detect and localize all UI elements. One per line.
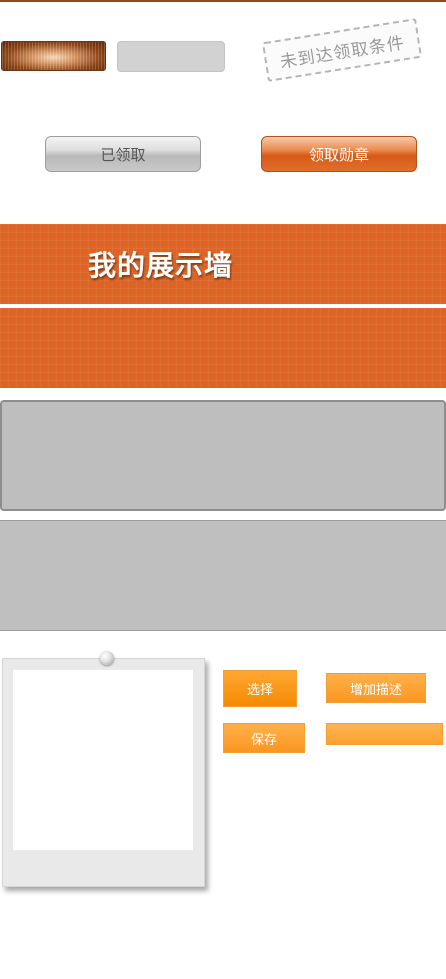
claim-badge-button-label: 领取勋章 [308,145,369,164]
gray-panel-bordered [0,400,446,511]
pushpin-icon [100,651,114,665]
claim-badge-button[interactable]: 领取勋章 [261,136,417,172]
showcase-wall-banner: 我的展示墙 [0,224,446,304]
select-button[interactable]: 选择 [223,670,297,707]
orange-banner-blank [0,308,446,388]
blank-orange-button[interactable] [326,723,443,745]
condition-not-met-stamp: 未到达领取条件 [261,18,423,82]
save-button[interactable]: 保存 [223,723,305,753]
progress-bar-empty [117,41,225,72]
stamp-text: 未到达领取条件 [278,32,407,73]
save-button-label: 保存 [250,732,277,748]
photo-frame [2,658,205,887]
gray-panel-flat [0,520,446,631]
add-description-button[interactable]: 增加描述 [326,673,426,703]
claimed-button-label: 已领取 [100,145,146,164]
top-divider [0,0,446,2]
claimed-button[interactable]: 已领取 [45,136,201,172]
photo-area[interactable] [13,670,193,850]
banner-title: 我的展示墙 [88,249,234,282]
select-button-label: 选择 [246,683,273,698]
progress-bar-filled [1,41,106,71]
add-description-button-label: 增加描述 [349,682,402,698]
